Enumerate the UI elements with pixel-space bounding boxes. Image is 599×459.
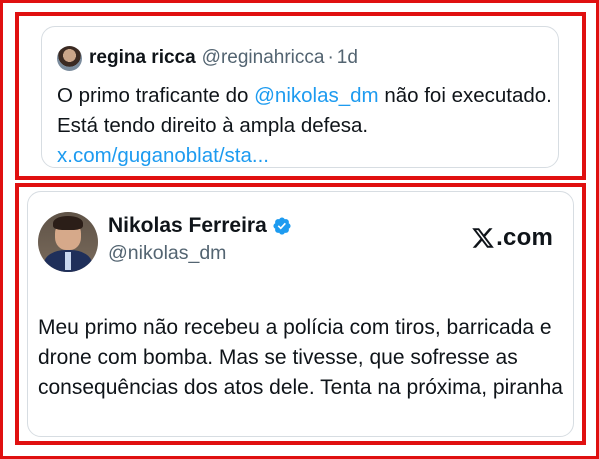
tweet-text: Meu primo não recebeu a polícia com tiro… — [38, 316, 563, 399]
main-tweet-panel: Nikolas Ferreira @nikolas_dm .com Meu pr… — [15, 183, 586, 445]
avatar[interactable] — [57, 45, 82, 71]
brand-domain-text: .com — [496, 224, 553, 251]
main-tweet-card[interactable]: Nikolas Ferreira @nikolas_dm .com Meu pr… — [27, 191, 574, 437]
quoted-tweet-card[interactable]: regina ricca @reginahricca · 1d O primo … — [41, 26, 559, 168]
quoted-tweet-text: O primo traficante do @nikolas_dm não fo… — [57, 81, 562, 171]
mention-link[interactable]: @nikolas_dm — [254, 84, 379, 107]
quoted-author-handle[interactable]: @reginahricca — [202, 47, 325, 69]
separator-dot: · — [327, 47, 334, 68]
author-name[interactable]: Nikolas Ferreira — [108, 214, 267, 238]
quoted-text-part1: O primo traficante do — [57, 84, 255, 107]
x-logo-icon — [472, 228, 494, 248]
quoted-tweet-panel: regina ricca @reginahricca · 1d O primo … — [15, 12, 586, 180]
author-name-line: Nikolas Ferreira — [108, 214, 292, 238]
quoted-tweet-header: regina ricca @reginahricca · 1d — [57, 45, 358, 71]
author-meta: Nikolas Ferreira @nikolas_dm — [108, 214, 292, 265]
author-row: Nikolas Ferreira @nikolas_dm — [38, 212, 292, 272]
author-handle[interactable]: @nikolas_dm — [108, 242, 292, 265]
quoted-timestamp[interactable]: 1d — [337, 47, 358, 69]
url-link[interactable]: x.com/guganoblat/sta... — [57, 144, 269, 167]
quoted-author-name[interactable]: regina ricca — [89, 47, 196, 69]
author-avatar[interactable] — [38, 212, 98, 272]
x-com-brand[interactable]: .com — [470, 224, 553, 252]
verified-badge-icon — [273, 217, 291, 235]
